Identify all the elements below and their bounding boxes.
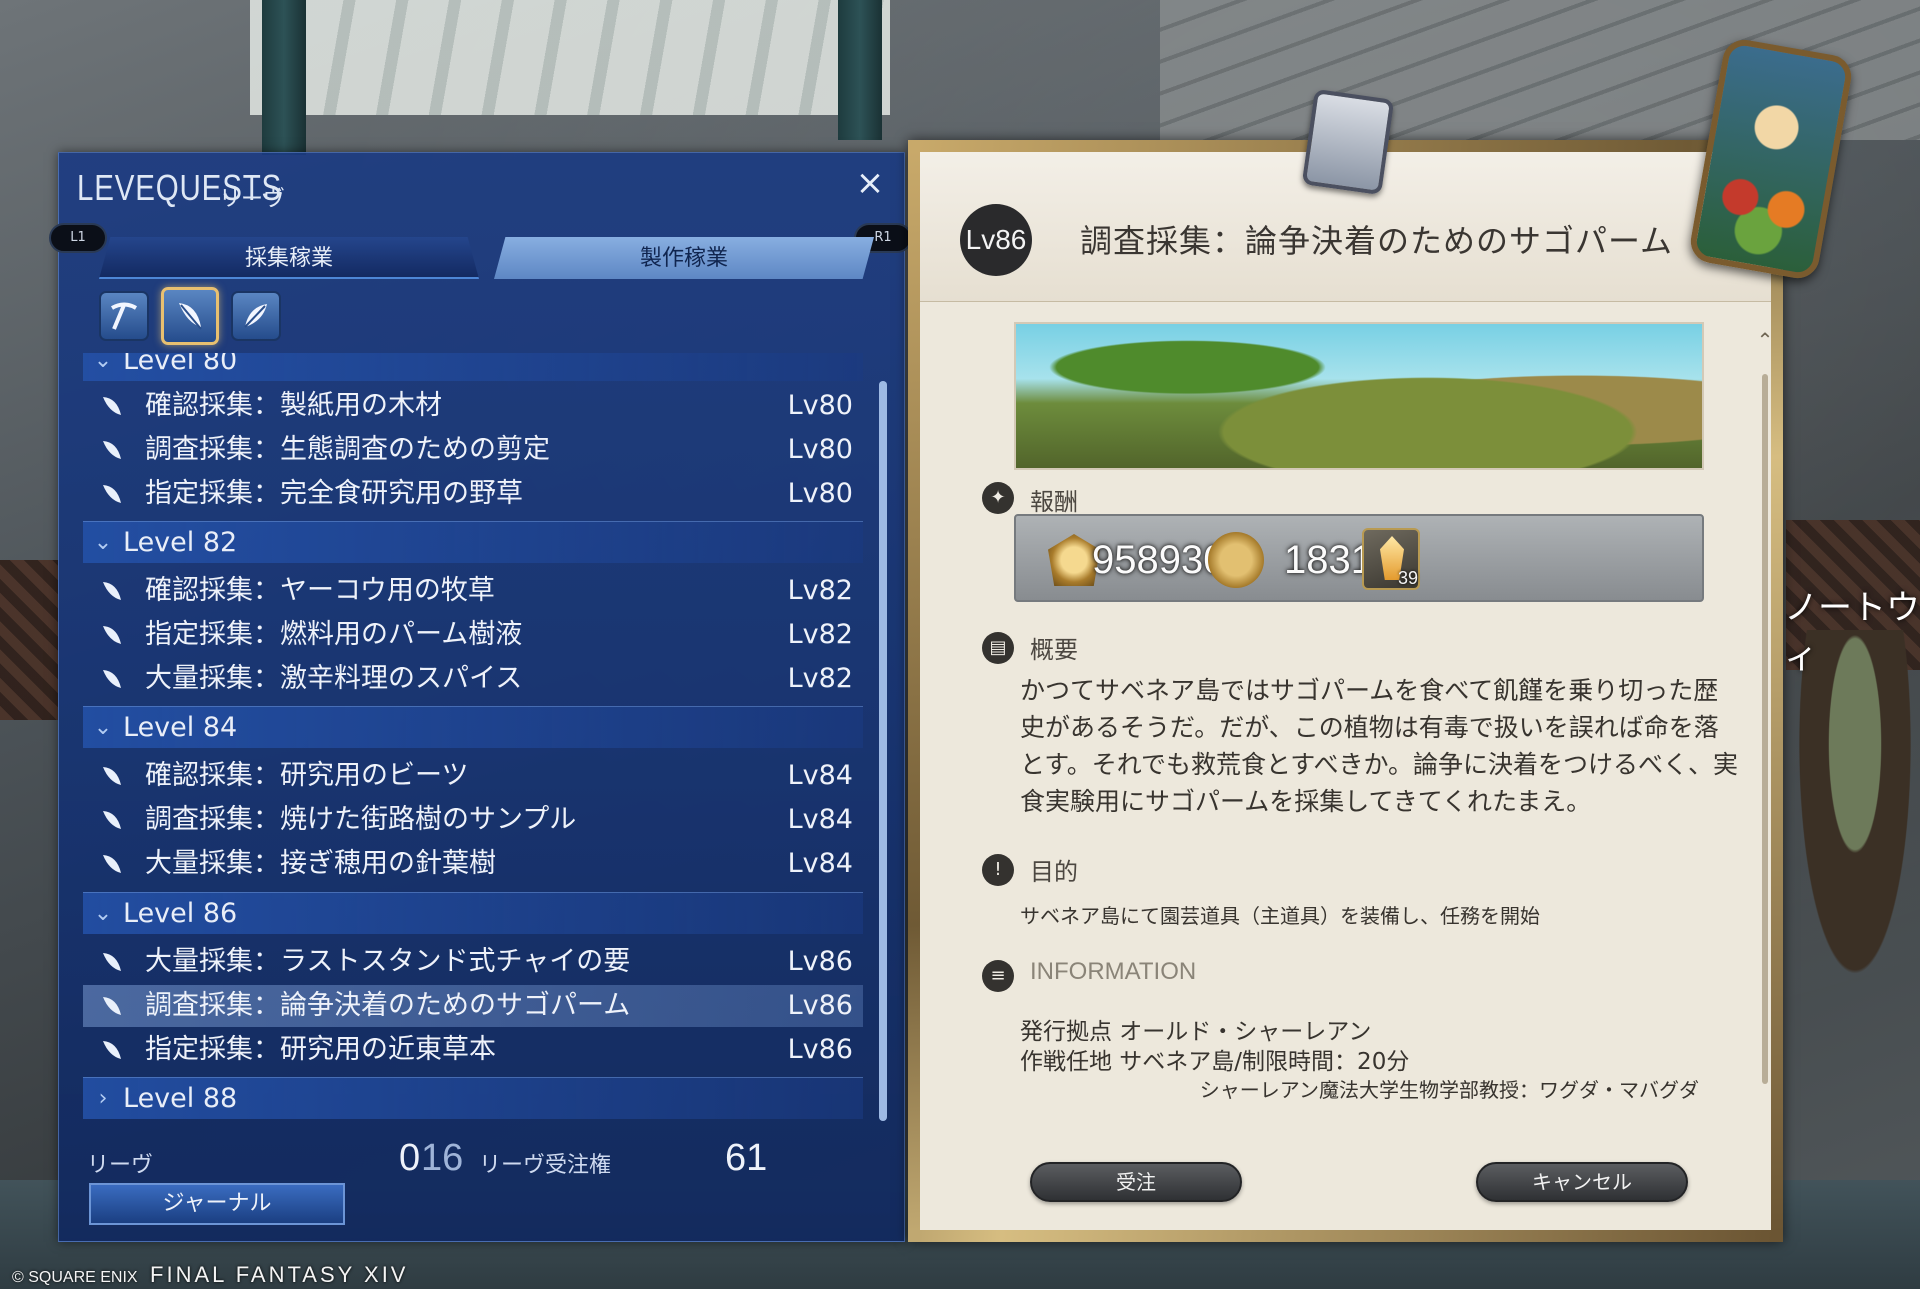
background-npc-name: ノートウィ	[1784, 588, 1920, 677]
copyright-notice: © SQUARE ENIX FINAL FANTASY XIV	[12, 1262, 408, 1288]
hatchet-icon	[103, 997, 121, 1015]
leves-label: リーヴ	[87, 1153, 154, 1178]
list-item[interactable]: 確認採集：ヤーコウ用の牧草 Lv82	[83, 570, 863, 612]
list-item[interactable]: 確認採集：研究用のビーツ Lv84	[83, 755, 863, 797]
chevron-right-icon: ›	[98, 1086, 108, 1111]
list-item[interactable]: 調査採集：焼けた街路樹のサンプル Lv84	[83, 799, 863, 841]
miner-class-button[interactable]	[99, 291, 149, 341]
list-scrollbar[interactable]	[879, 381, 887, 1121]
crystal-count: 39	[1398, 568, 1419, 588]
journal-button[interactable]: ジャーナル	[89, 1183, 345, 1225]
hatchet-icon	[103, 767, 121, 785]
info-area-time: 作戦任地 サベネア島/制限時間：20分	[1020, 1049, 1410, 1075]
botanist-class-button[interactable]	[161, 287, 219, 345]
seal-icon	[1208, 532, 1264, 588]
close-button[interactable]: ×	[852, 165, 888, 201]
document-icon: ≡	[982, 960, 1014, 992]
list-item[interactable]: 調査採集：生態調査のための剪定 Lv80	[83, 429, 863, 471]
scroll-up-icon[interactable]: ⌃	[1752, 328, 1778, 354]
hatchet-icon	[179, 303, 202, 330]
leve-location-image	[1014, 322, 1704, 470]
hatchet-icon	[103, 626, 121, 644]
leves-count: 0	[399, 1137, 421, 1179]
leve-card-icon	[1301, 88, 1395, 196]
gil-amount: 958930	[1092, 538, 1226, 582]
list-item[interactable]: 大量採集：ラストスタンド式チャイの要 Lv86	[83, 941, 863, 983]
background-lattice-left	[0, 560, 58, 720]
level-header-82[interactable]: ⌄ Level 82	[83, 521, 863, 563]
quest-title: 調査採集：論争決着のためのサゴパーム	[1080, 222, 1674, 260]
list-item[interactable]: 指定採集：完全食研究用の野草 Lv80	[83, 473, 863, 515]
window-subtitle: リーヴ	[219, 187, 286, 212]
level-header-86[interactable]: ⌄ Level 86	[83, 892, 863, 934]
game-logo-text: FINAL FANTASY XIV	[150, 1262, 409, 1287]
background-pillar-mid	[838, 0, 882, 140]
leve-detail-panel: Lv86 調査採集：論争決着のためのサゴパーム ⌃ ✦ 報酬 958930 18…	[908, 36, 1855, 1242]
chevron-down-icon: ⌄	[93, 901, 113, 926]
hatchet-icon	[103, 485, 121, 503]
gathering-class-selector	[99, 287, 281, 349]
close-icon: ×	[855, 163, 885, 203]
list-item[interactable]: 大量採集：激辛料理のスパイス Lv82	[83, 658, 863, 700]
fishing-feather-icon	[244, 304, 267, 328]
seal-amount: 1831	[1284, 538, 1373, 582]
exclamation-icon: !	[982, 854, 1014, 886]
tab-bar: 採集稼業 製作稼業	[99, 237, 879, 287]
chevron-down-icon: ⌄	[93, 715, 113, 740]
objective-label: 目的	[1030, 858, 1078, 886]
summary-text: かつてサベネア島ではサゴパームを食べて飢饉を乗り切った歴史があるそうだ。だが、こ…	[1020, 676, 1739, 816]
allowance-value: 61	[725, 1137, 768, 1179]
chevron-down-icon: ⌄	[93, 353, 113, 373]
pickaxe-icon	[110, 302, 138, 330]
objective-text: サベネア島にて園芸道具（主道具）を装備し、任務を開始	[1020, 904, 1540, 928]
tab-crafting[interactable]: 製作稼業	[494, 237, 874, 279]
hatchet-icon	[103, 397, 121, 415]
npc-portrait-card	[1687, 36, 1855, 282]
copyright-company: © SQUARE ENIX	[12, 1269, 138, 1286]
hatchet-icon	[103, 811, 121, 829]
list-item-selected[interactable]: 調査採集：論争決着のためのサゴパーム Lv86	[83, 985, 863, 1027]
hatchet-icon	[103, 855, 121, 873]
levequests-window: LEVEQUESTS リーヴ × L1 R1 採集稼業 製作稼業 ⌄ Level…	[49, 152, 912, 1242]
hatchet-icon	[103, 441, 121, 459]
accept-button[interactable]: 受注	[1030, 1162, 1242, 1202]
tab-gathering[interactable]: 採集稼業	[99, 237, 479, 279]
fisher-class-button[interactable]	[231, 291, 281, 341]
reward-icon: ✦	[982, 482, 1014, 514]
leves-max: 16	[421, 1137, 464, 1179]
background-awning	[250, 0, 890, 115]
background-pillar-left	[262, 0, 306, 155]
cancel-button[interactable]: キャンセル	[1476, 1162, 1688, 1202]
level-badge: Lv86	[960, 204, 1032, 276]
hatchet-icon	[103, 670, 121, 688]
reward-bar: 958930 1831 39	[1014, 514, 1704, 602]
level-header-88[interactable]: › Level 88	[83, 1077, 863, 1119]
hatchet-icon	[103, 953, 121, 971]
list-item[interactable]: 指定採集：燃料用のパーム樹液 Lv82	[83, 614, 863, 656]
issuer-name: シャーレアン魔法大学生物学部教授：ワグダ・マバグダ	[1199, 1078, 1699, 1102]
allowance-label: リーヴ受注権	[479, 1153, 612, 1178]
level-header-84[interactable]: ⌄ Level 84	[83, 706, 863, 748]
info-issue-location: 発行拠点 オールド・シャーレアン	[1020, 1019, 1372, 1045]
book-icon: ▤	[982, 632, 1014, 664]
background-npc	[1790, 630, 1920, 1010]
level-header-80[interactable]: ⌄ Level 80	[83, 353, 863, 381]
list-scrollbar-thumb[interactable]	[879, 381, 887, 1121]
rewards-label: 報酬	[1030, 488, 1078, 516]
information-label: INFORMATION	[1030, 958, 1197, 985]
list-item[interactable]: 大量採集：接ぎ穂用の針葉樹 Lv84	[83, 843, 863, 885]
leve-list[interactable]: ⌄ Level 80 確認採集：製紙用の木材 Lv80 調査採集：生態調査のため…	[83, 353, 873, 1123]
hatchet-icon	[103, 1041, 121, 1059]
summary-label: 概要	[1030, 636, 1078, 664]
hatchet-icon	[103, 582, 121, 600]
list-item[interactable]: 確認採集：製紙用の木材 Lv80	[83, 385, 863, 427]
list-item[interactable]: 指定採集：研究用の近東草本 Lv86	[83, 1029, 863, 1071]
chevron-down-icon: ⌄	[93, 530, 113, 555]
detail-scrollbar-thumb[interactable]	[1762, 374, 1768, 1084]
